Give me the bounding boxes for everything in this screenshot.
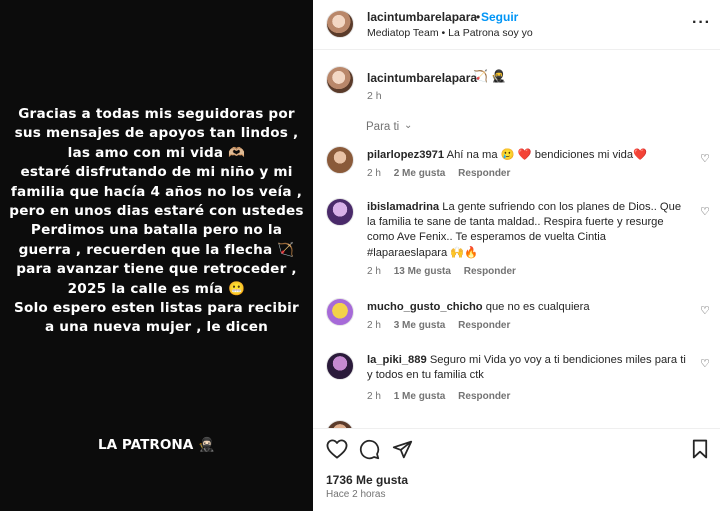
heart-icon[interactable]: ♡ xyxy=(700,205,710,218)
story-image: Gracias a todas mis seguidoras por sus m… xyxy=(0,0,313,511)
comment-time: 2 h xyxy=(367,391,381,402)
caption-avatar[interactable] xyxy=(326,66,354,94)
comment-bubble-icon[interactable] xyxy=(359,439,380,460)
reply-button[interactable]: Responder xyxy=(458,168,510,179)
story-signature: LA PATRONA 🥷🏻 xyxy=(98,437,215,453)
caption-username[interactable]: lacintumbarelapara xyxy=(367,71,477,85)
reply-button[interactable]: Responder xyxy=(458,391,510,402)
caption-emoji: 🏹 🥷 xyxy=(473,69,507,83)
heart-icon[interactable]: ♡ xyxy=(700,357,710,370)
comment-likes[interactable]: 2 Me gusta xyxy=(394,168,446,179)
post-time-ago: Hace 2 horas xyxy=(326,489,386,500)
story-text: Gracias a todas mis seguidoras por sus m… xyxy=(9,106,304,336)
caption-time: 2 h xyxy=(367,90,382,102)
heart-icon[interactable]: ♡ xyxy=(700,152,710,165)
commenter-avatar[interactable] xyxy=(326,198,354,226)
reply-button[interactable]: Responder xyxy=(464,266,516,277)
post-panel: lacintumbarelapara • Seguir Mediatop Tea… xyxy=(313,0,720,511)
comment-likes[interactable]: 3 Me gusta xyxy=(394,320,446,331)
like-heart-icon[interactable] xyxy=(326,439,348,459)
likes-count[interactable]: 1736 Me gusta xyxy=(326,473,408,487)
commenter-avatar[interactable] xyxy=(326,146,354,174)
comment-username[interactable]: pilarlopez3971 xyxy=(367,149,444,161)
post-header: lacintumbarelapara • Seguir Mediatop Tea… xyxy=(313,0,720,50)
comment-time: 2 h xyxy=(367,168,381,179)
comments-list[interactable]: pilarlopez3971 Ahí na ma 🥲 ❤️ bendicione… xyxy=(313,140,720,428)
post-subtitle: Mediatop Team • La Patrona soy yo xyxy=(367,27,533,39)
commenter-avatar[interactable] xyxy=(326,352,354,380)
more-options-icon[interactable]: ··· xyxy=(692,14,711,32)
follow-button[interactable]: Seguir xyxy=(481,10,518,24)
reply-button[interactable]: Responder xyxy=(458,320,510,331)
author-username[interactable]: lacintumbarelapara xyxy=(367,10,477,24)
comment-username[interactable]: la_piki_889 xyxy=(367,354,427,366)
comment-username[interactable]: ibislamadrina xyxy=(367,201,439,213)
comment-filter-dropdown[interactable]: Para ti xyxy=(366,121,399,133)
chevron-down-icon[interactable]: ⌄ xyxy=(404,120,412,131)
share-paper-plane-icon[interactable] xyxy=(392,439,413,460)
comment-username[interactable]: mucho_gusto_chicho xyxy=(367,301,483,313)
comment-time: 2 h xyxy=(367,266,381,277)
commenter-avatar[interactable] xyxy=(326,298,354,326)
comment-likes[interactable]: 13 Me gusta xyxy=(394,266,451,277)
bookmark-icon[interactable] xyxy=(692,439,708,459)
comment-time: 2 h xyxy=(367,320,381,331)
comment-text: que no es cualquiera xyxy=(485,301,590,313)
separator-dot: • xyxy=(476,10,481,24)
comment-text: Ahí na ma 🥲 ❤️ bendiciones mi vida❤️ xyxy=(446,149,647,161)
heart-icon[interactable]: ♡ xyxy=(700,304,710,317)
commenter-avatar[interactable] xyxy=(326,420,354,428)
author-avatar[interactable] xyxy=(326,10,354,38)
comment-likes[interactable]: 1 Me gusta xyxy=(394,391,446,402)
